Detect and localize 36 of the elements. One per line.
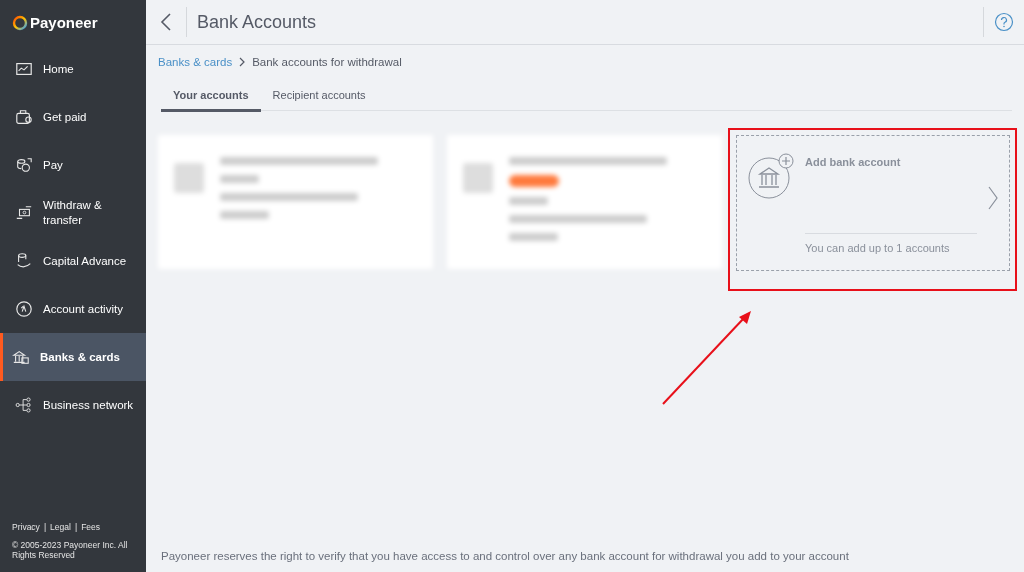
- sidebar-item[interactable]: Withdraw & transfer: [0, 189, 146, 237]
- sidebar-item[interactable]: Account activity: [0, 285, 146, 333]
- card-note: You can add up to 1 accounts: [805, 233, 977, 254]
- tab[interactable]: Your accounts: [161, 83, 261, 112]
- chevron-icon: [987, 185, 999, 211]
- activity-icon: [15, 300, 33, 318]
- chart-icon: [15, 60, 33, 78]
- footer-link[interactable]: Legal: [50, 522, 71, 532]
- sidebar-item[interactable]: Banks & cards: [0, 333, 146, 381]
- bank-icon: [12, 348, 30, 366]
- breadcrumb-current: Bank accounts for withdrawal: [252, 56, 402, 68]
- bank-add-icon: [747, 152, 795, 200]
- card-title: Add bank account: [805, 155, 902, 168]
- sidebar-item[interactable]: Get paid: [0, 93, 146, 141]
- coins-icon: [15, 156, 33, 174]
- link-separator: |: [74, 522, 78, 532]
- sidebar-item[interactable]: Capital Advance: [0, 237, 146, 285]
- sidebar-item[interactable]: Business network: [0, 381, 146, 429]
- page-title: Bank Accounts: [197, 11, 318, 33]
- tab[interactable]: Recipient accounts: [260, 83, 378, 112]
- chevron-icon: [238, 57, 247, 67]
- network-icon: [15, 396, 33, 414]
- footer-link[interactable]: Privacy: [12, 522, 40, 532]
- hand-coins-icon: [15, 252, 33, 270]
- sidebar-item[interactable]: Pay: [0, 141, 146, 189]
- help-icon[interactable]: [994, 12, 1014, 32]
- logo-text: Payoneer: [30, 14, 98, 31]
- link-separator: |: [43, 522, 47, 532]
- disclaimer-text: Payoneer reserves the right to verify that you have access to and control over any bank account for withdrawal you add to your account: [160, 550, 850, 564]
- wallet-icon: [15, 108, 33, 126]
- copyright-text: © 2005-2023 Payoneer Inc. All Rights Reserved: [12, 540, 129, 560]
- footer-link[interactable]: Fees: [81, 522, 101, 532]
- account-card[interactable]: [447, 135, 722, 269]
- sidebar-item[interactable]: Home: [0, 45, 146, 93]
- transfer-icon: [15, 204, 33, 222]
- logo-icon: [12, 14, 28, 31]
